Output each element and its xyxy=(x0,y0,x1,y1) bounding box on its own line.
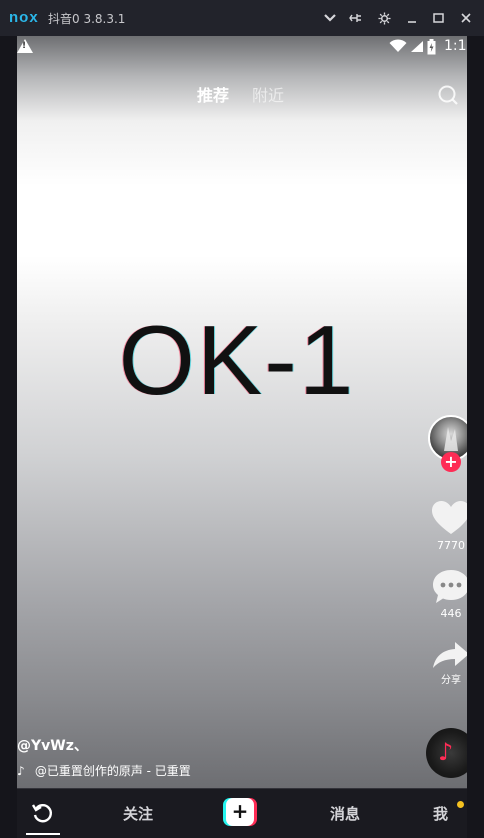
close-icon[interactable] xyxy=(457,8,475,28)
wifi-icon xyxy=(389,39,407,52)
signal-icon xyxy=(411,41,423,52)
share-label: 分享 xyxy=(441,675,461,686)
share-icon[interactable] xyxy=(431,640,467,670)
refresh-icon[interactable] xyxy=(31,801,55,825)
video-feed-screen[interactable]: ! 1:16 推荐 附近 OK-1 OK-1 OK-1 + 7770 xyxy=(17,36,467,788)
gear-icon[interactable] xyxy=(375,8,393,28)
heart-icon[interactable] xyxy=(431,500,467,536)
tiktok-note-icon: ♪ xyxy=(17,764,25,778)
comment-icon[interactable] xyxy=(431,568,467,606)
search-icon[interactable] xyxy=(437,84,459,106)
music-info[interactable]: ♪ @已重置创作的原声 - 已重置 xyxy=(17,762,207,779)
tab-nearby[interactable]: 附近 xyxy=(252,82,284,106)
notification-dot xyxy=(457,801,464,808)
music-title: @已重置创作的原声 - 已重置 xyxy=(34,764,191,778)
author-name[interactable]: @YvWz、 xyxy=(17,735,88,755)
window-title: 抖音0 3.8.3.1 xyxy=(48,12,126,26)
bottom-tab-bar: 关注 + 消息 我 xyxy=(17,788,467,838)
tab-follow[interactable]: 关注 xyxy=(123,803,153,824)
pin-icon[interactable] xyxy=(346,8,364,28)
nox-logo: nox xyxy=(9,9,39,26)
battery-icon xyxy=(427,39,436,55)
video-content-text: OK-1 OK-1 OK-1 xyxy=(17,304,457,417)
add-video-button[interactable]: + xyxy=(223,798,257,826)
tab-me[interactable]: 我 xyxy=(433,803,448,824)
status-clock: 1:16 xyxy=(444,38,467,54)
chevron-down-icon[interactable] xyxy=(321,8,339,28)
music-note-icon: ♪ xyxy=(438,738,454,766)
home-tab-indicator xyxy=(26,833,60,835)
follow-button[interactable]: + xyxy=(441,452,461,472)
music-disc[interactable]: ♪ xyxy=(426,728,467,778)
emulator-titlebar: nox 抖音0 3.8.3.1 xyxy=(0,0,484,36)
maximize-icon[interactable] xyxy=(429,8,447,28)
tab-recommended[interactable]: 推荐 xyxy=(197,82,229,106)
top-nav: 推荐 附近 xyxy=(17,80,467,108)
like-count: 7770 xyxy=(437,539,465,552)
tab-messages[interactable]: 消息 xyxy=(330,803,360,824)
minimize-icon[interactable] xyxy=(403,8,421,28)
status-bar: ! 1:16 xyxy=(17,36,467,60)
emulator-border-right xyxy=(467,36,484,838)
emulator-border-left xyxy=(0,36,17,838)
add-button-plus: + xyxy=(226,798,254,826)
comment-count: 446 xyxy=(440,607,462,620)
warning-mark: ! xyxy=(22,41,27,51)
video-text: OK-1 xyxy=(118,305,356,415)
